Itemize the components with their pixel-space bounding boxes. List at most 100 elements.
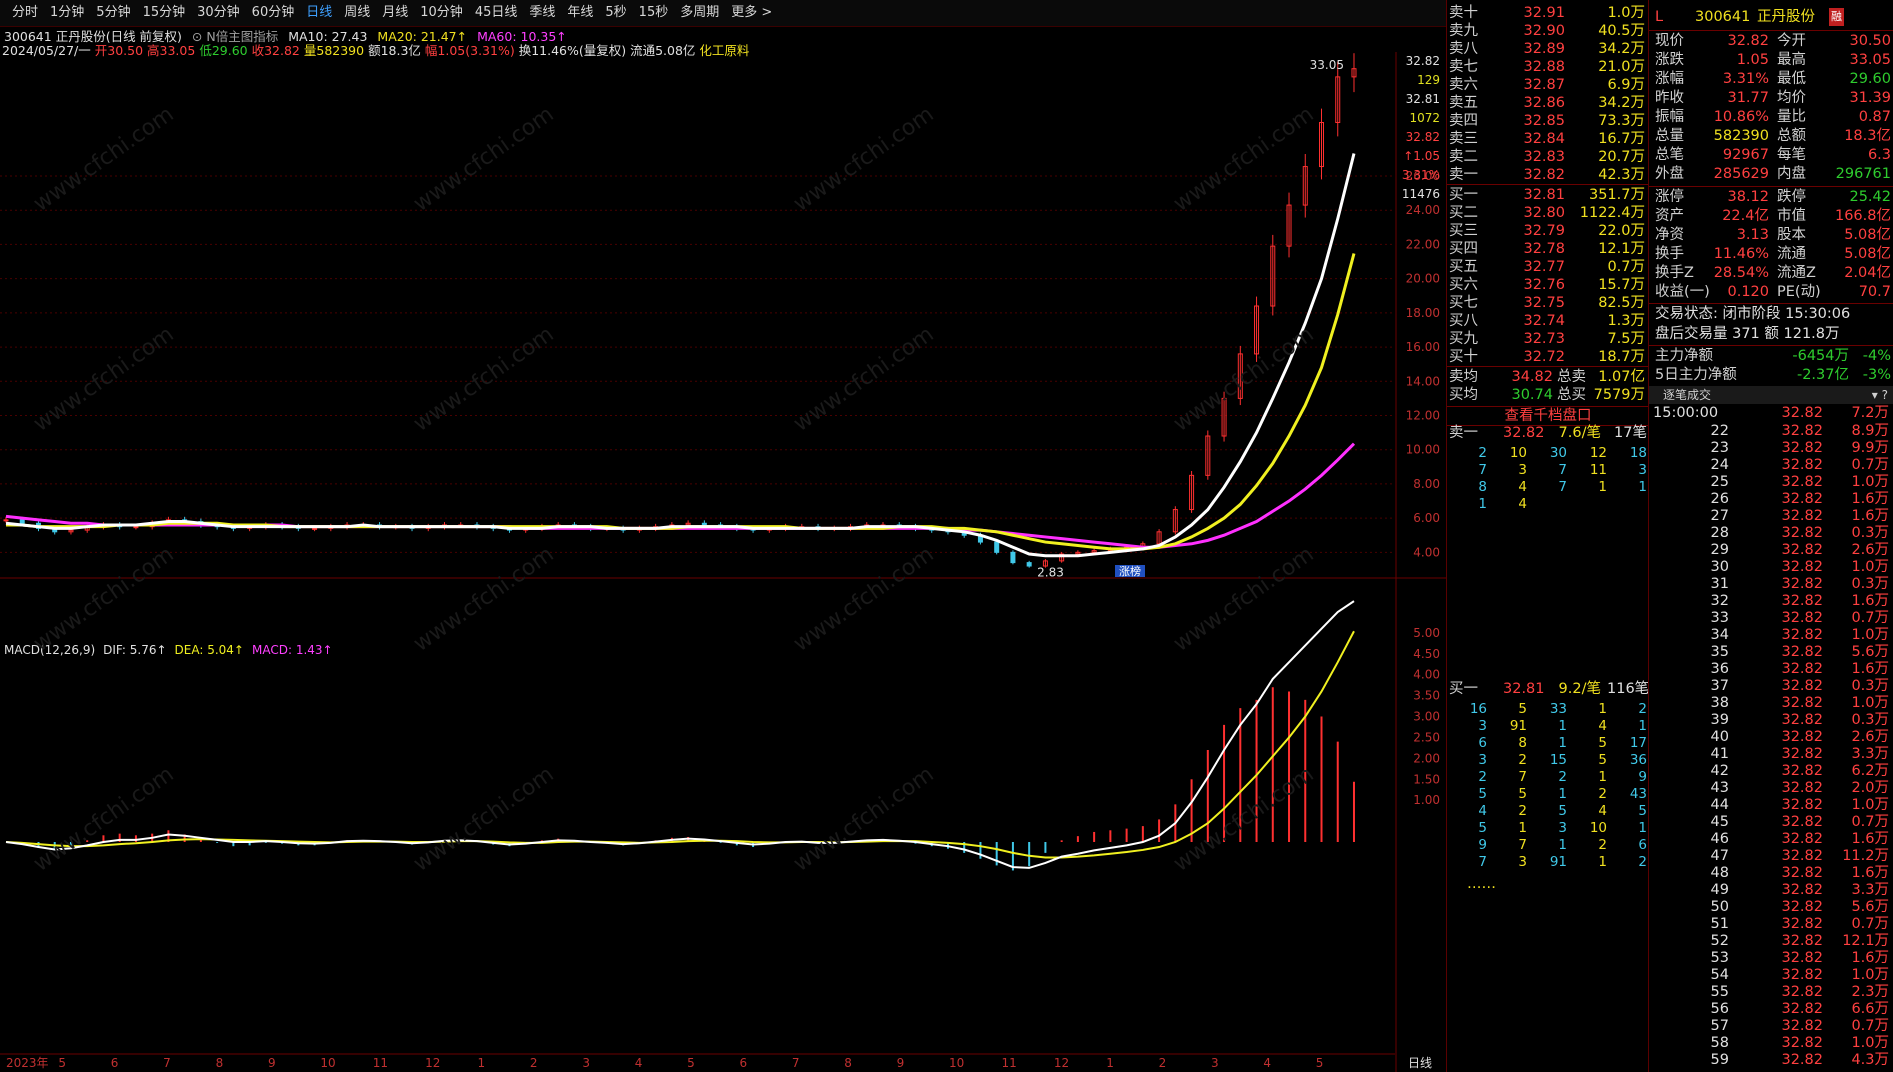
tick-volume: 0.7万	[1851, 916, 1889, 932]
tick-volume: 5.6万	[1851, 899, 1889, 915]
queue-cell: 2	[1478, 445, 1487, 461]
tick-volume: 1.0万	[1851, 967, 1889, 983]
period-tab-6[interactable]: 日线	[300, 0, 338, 26]
bid-label: 买一	[1449, 187, 1478, 203]
stock-code: 300641	[1695, 9, 1751, 25]
tick-row: 59 32.82 4.3万	[1649, 1051, 1893, 1069]
bottom-period-label[interactable]: 日线	[1408, 1056, 1432, 1070]
tick-volume: 0.3万	[1851, 525, 1889, 541]
tick-row: 38 32.82 1.0万	[1649, 694, 1893, 712]
tick-row: 29 32.82 2.6万	[1649, 541, 1893, 559]
tick-volume: 1.6万	[1851, 865, 1889, 881]
ticks-filter-icon[interactable]: ▾ ?	[1872, 386, 1888, 404]
queue-cell: 8	[1518, 735, 1527, 751]
queue-row: 8 4 7 1 1	[1447, 478, 1649, 496]
tick-row: 42 32.82 6.2万	[1649, 762, 1893, 780]
tick-second: 46	[1710, 831, 1729, 847]
field-label: 量比	[1777, 109, 1806, 125]
tick-price: 32.82	[1781, 797, 1823, 813]
queue-row: 14	[1447, 495, 1649, 513]
price-tick-label: 6.00	[1413, 511, 1440, 525]
tick-price: 32.82	[1781, 712, 1823, 728]
field-value: 28.54%	[1713, 265, 1769, 281]
tick-price: 32.82	[1781, 610, 1823, 626]
bid-price: 32.79	[1523, 223, 1565, 239]
field-value: 5.08亿	[1844, 227, 1891, 243]
queue-more[interactable]: ……	[1467, 875, 1496, 893]
period-tab-1[interactable]: 1分钟	[44, 0, 90, 26]
field-label: 均价	[1777, 90, 1806, 106]
period-tab-16[interactable]: 更多 >	[725, 0, 778, 26]
period-tab-2[interactable]: 5分钟	[90, 0, 136, 26]
tick-volume: 6.2万	[1851, 763, 1889, 779]
ask-label: 卖八	[1449, 41, 1478, 57]
tick-second: 22	[1710, 423, 1729, 439]
x-axis-label: 2	[530, 1056, 538, 1070]
ticks-header[interactable]: 逐笔成交 ▾ ?	[1649, 386, 1893, 404]
queue-cell: 4	[1598, 803, 1607, 819]
period-tab-4[interactable]: 30分钟	[191, 0, 246, 26]
queue-cell: 7	[1518, 837, 1527, 853]
tick-second: 27	[1710, 508, 1729, 524]
macd-tick-label: 5.00	[1413, 626, 1440, 640]
bid-volume: 12.1万	[1598, 241, 1645, 257]
ask-price: 32.82	[1523, 167, 1565, 183]
period-tab-5[interactable]: 60分钟	[246, 0, 301, 26]
period-tab-7[interactable]: 周线	[338, 0, 376, 26]
margin-badge: 融	[1829, 8, 1844, 26]
x-axis-label: 6	[739, 1056, 747, 1070]
detail-count: 17笔	[1614, 425, 1647, 441]
field-value: 11.46%	[1713, 246, 1769, 262]
kline-chart[interactable]: 4.006.008.0010.0012.0014.0016.0018.0020.…	[0, 52, 1446, 1072]
queue-cell: 16	[1469, 701, 1487, 717]
main-flow5-label: 5日主力净额	[1655, 367, 1737, 383]
detail-header: 卖一 32.82 7.6/笔 17笔	[1447, 424, 1649, 442]
x-axis-label: 2023年	[6, 1056, 49, 1070]
queue-cell: 5	[1558, 803, 1567, 819]
ask-row: 卖四 32.85 73.3万	[1447, 112, 1649, 130]
tick-volume: 0.3万	[1851, 678, 1889, 694]
field-label: 外盘	[1655, 166, 1684, 182]
period-tab-14[interactable]: 15秒	[633, 0, 675, 26]
period-tab-15[interactable]: 多周期	[674, 0, 725, 26]
period-tab-13[interactable]: 5秒	[599, 0, 632, 26]
info-separator	[1649, 30, 1893, 31]
watermark: www.cfchi.com	[1169, 102, 1318, 217]
bid-volume: 22.0万	[1598, 223, 1645, 239]
queue-cell: 7	[1518, 769, 1527, 785]
tick-volume: 1.6万	[1851, 950, 1889, 966]
x-axis-label: 3	[582, 1056, 590, 1070]
tick-price: 32.82	[1781, 933, 1823, 949]
field-value: 285629	[1713, 166, 1769, 182]
info-field-row: 现价 32.82 今开 30.50	[1649, 32, 1893, 50]
ask-row: 卖五 32.86 34.2万	[1447, 94, 1649, 112]
period-tab-12[interactable]: 年线	[561, 0, 599, 26]
queue-cell: 2	[1558, 769, 1567, 785]
bid-row: 买十 32.72 18.7万	[1447, 348, 1649, 366]
period-tab-10[interactable]: 45日线	[469, 0, 524, 26]
tick-second: 50	[1710, 899, 1729, 915]
view-more-book-button[interactable]: 查看千档盘口	[1447, 406, 1649, 426]
bid-row: 买四 32.78 12.1万	[1447, 240, 1649, 258]
tick-volume: 1.0万	[1851, 695, 1889, 711]
main-flow-row: 主力净额 -6454万 -4%	[1649, 347, 1893, 365]
period-tab-0[interactable]: 分时	[6, 0, 44, 26]
field-label: 资产	[1655, 208, 1684, 224]
x-axis-label: 5	[1316, 1056, 1324, 1070]
period-tab-3[interactable]: 15分钟	[137, 0, 192, 26]
x-axis-label: 11	[1001, 1056, 1016, 1070]
queue-cell: 3	[1638, 462, 1647, 478]
queue-cell: 2	[1638, 854, 1647, 870]
period-tab-8[interactable]: 月线	[376, 0, 414, 26]
queue-cell: 1	[1558, 837, 1567, 853]
tick-price: 32.82	[1781, 729, 1823, 745]
period-tab-11[interactable]: 季线	[523, 0, 561, 26]
ask-label: 卖四	[1449, 113, 1478, 129]
period-tabs: 分时 1分钟 5分钟 15分钟 30分钟 60分钟 日线 周线 月线 10分钟 45日线 季线 年线 5秒…	[6, 0, 778, 26]
detail-label: 卖一	[1449, 425, 1478, 441]
tick-price: 32.82	[1781, 525, 1823, 541]
queue-cell: 43	[1629, 786, 1647, 802]
tick-row: 54 32.82 1.0万	[1649, 966, 1893, 984]
tick-row: 28 32.82 0.3万	[1649, 524, 1893, 542]
period-tab-9[interactable]: 10分钟	[414, 0, 469, 26]
